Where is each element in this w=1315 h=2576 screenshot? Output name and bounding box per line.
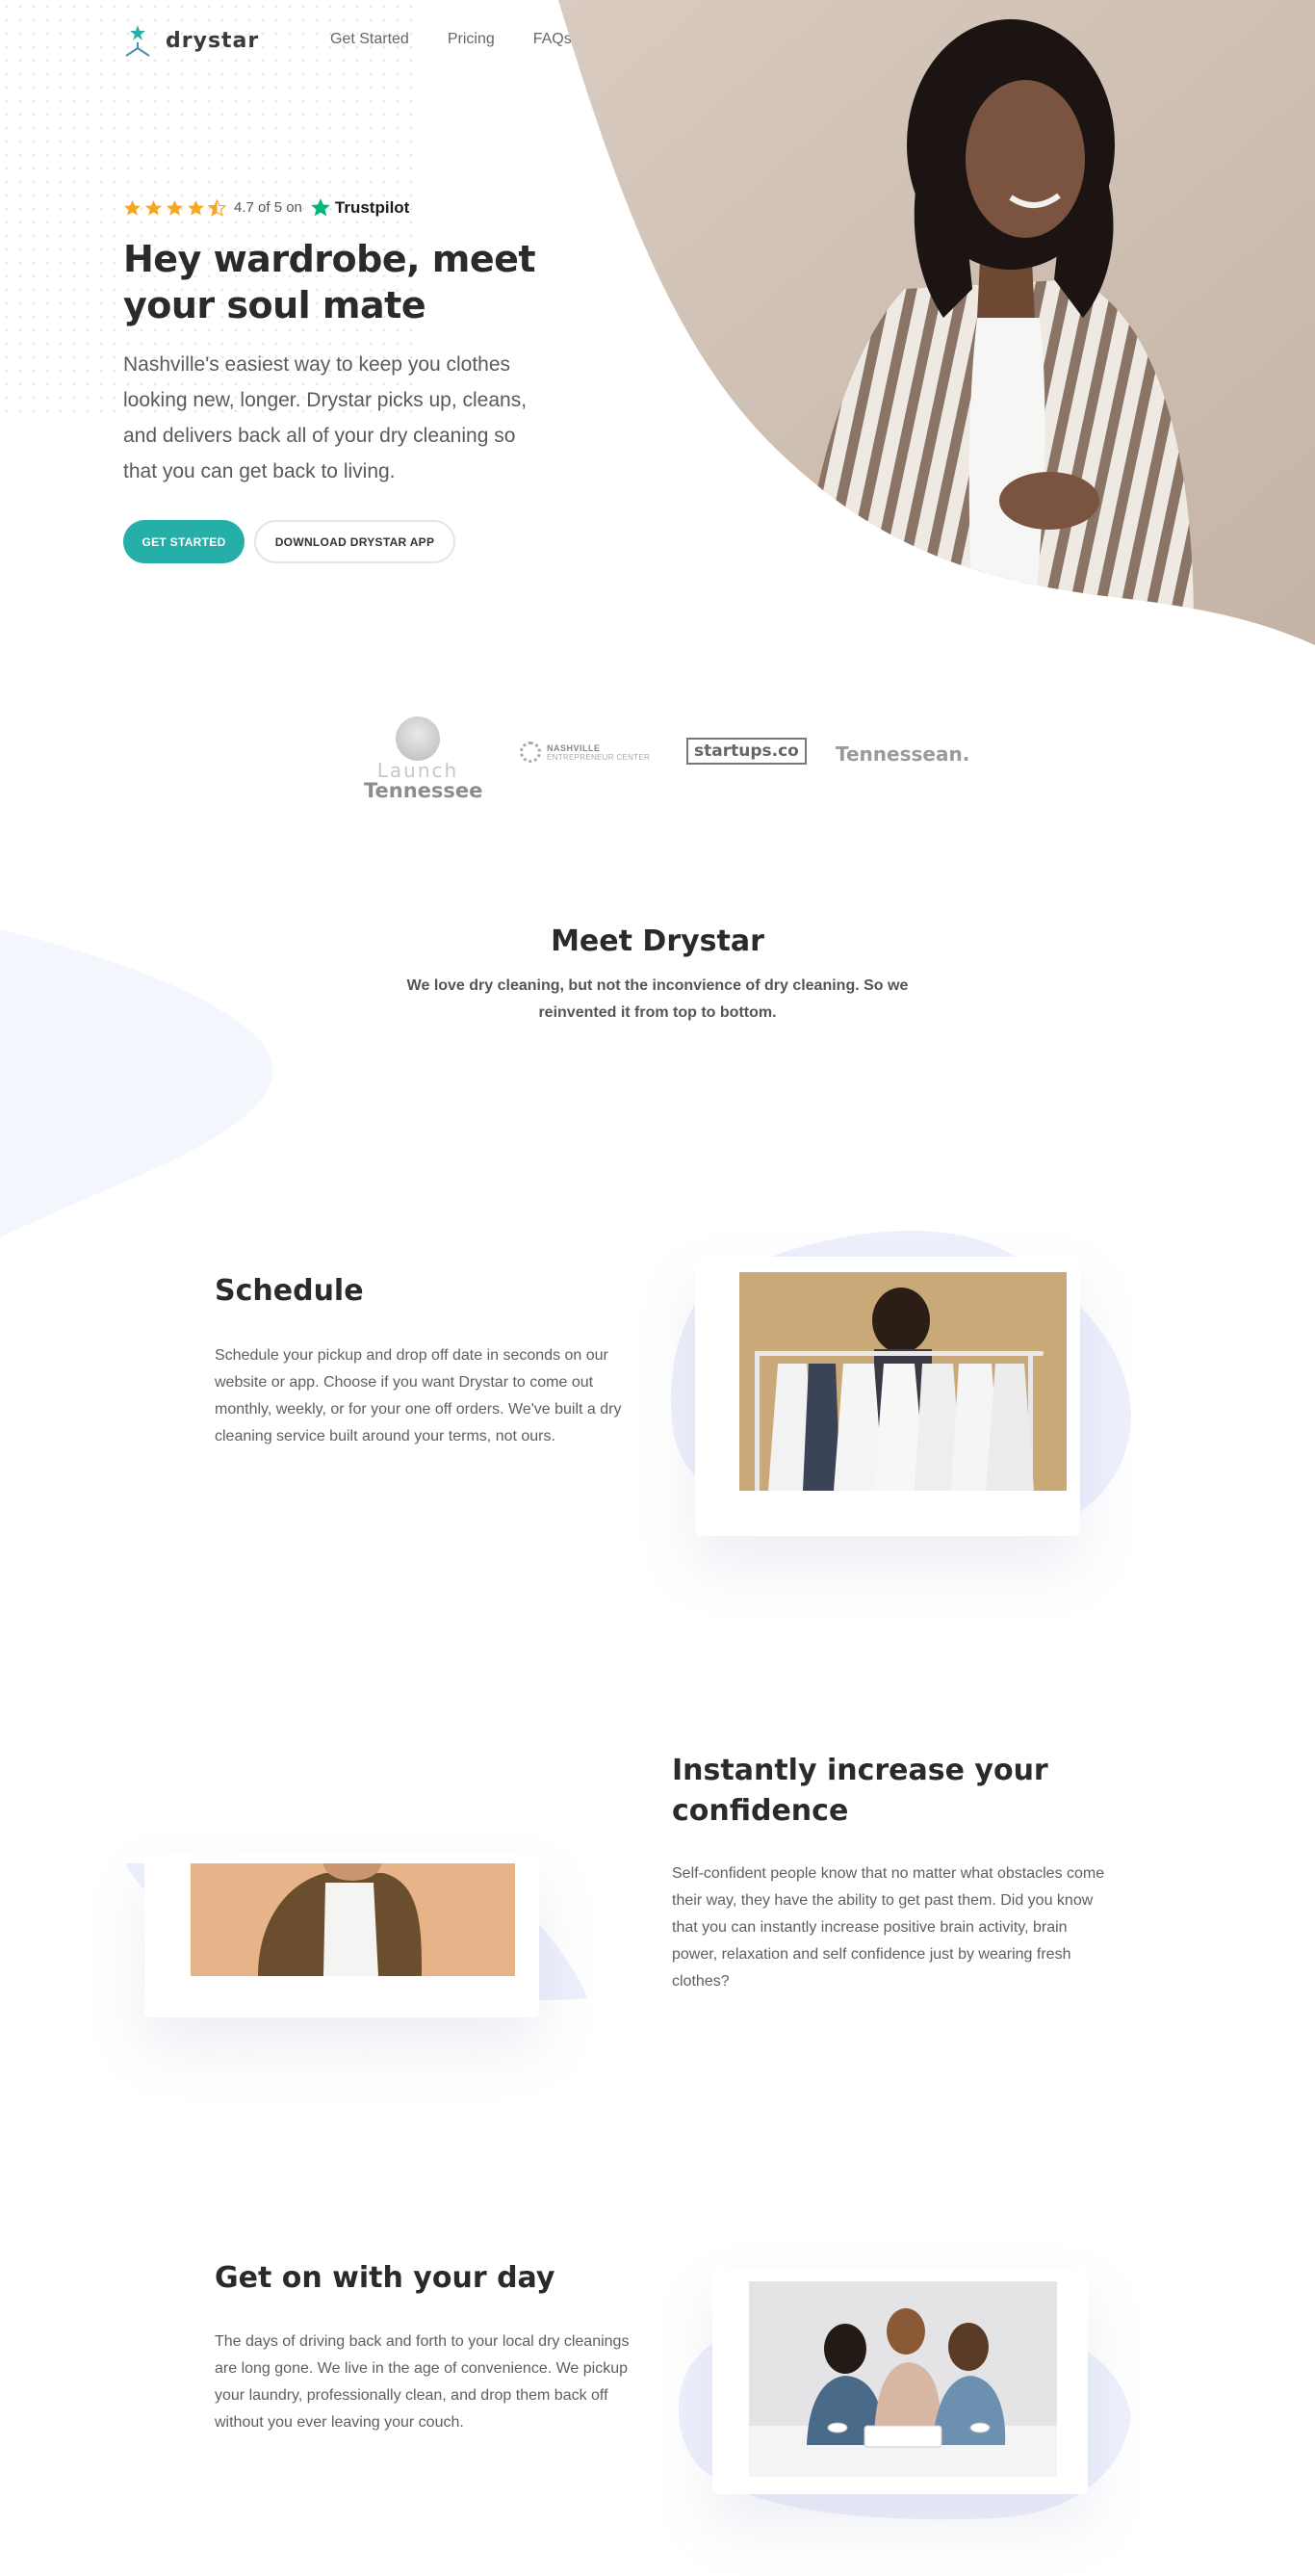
trustpilot-logo[interactable]: Trustpilot <box>310 197 409 218</box>
brand-name: drystar <box>166 28 260 53</box>
tennessean-logo[interactable]: Tennessean. <box>836 742 969 766</box>
nashville-text: NASHVILLE <box>547 742 601 753</box>
star-hanger-icon <box>125 25 150 57</box>
rating-stars <box>123 198 226 217</box>
star-icon <box>144 199 163 216</box>
nav-pricing[interactable]: Pricing <box>448 31 495 48</box>
download-app-button[interactable]: DOWNLOAD DRYSTAR APP <box>254 520 455 563</box>
rating-row: 4.7 of 5 on Trustpilot <box>123 197 409 218</box>
star-icon <box>187 199 205 216</box>
partner-logos: Launch Tennessee NASHVILLE ENTREPRENEUR … <box>0 713 1315 809</box>
tennessean-text: Tennessean. <box>836 742 970 766</box>
feature-body-your-day: The days of driving back and forth to yo… <box>215 2333 630 2431</box>
nashville-entrepreneur-logo[interactable]: NASHVILLE ENTREPRENEUR CENTER <box>520 742 650 763</box>
feature-photo-man <box>191 1863 515 1976</box>
entrepreneur-center-text: ENTREPRENEUR CENTER <box>547 752 651 762</box>
nav-get-started[interactable]: Get Started <box>330 31 409 48</box>
hero-subtitle: Nashville's easiest way to keep you clot… <box>123 353 528 482</box>
feature-body-confidence: Self-confident people know that no matte… <box>672 1865 1105 1990</box>
feature-title-schedule: Schedule <box>215 1274 364 1308</box>
feature-photo-friends <box>749 2281 1057 2477</box>
launch-text: Launch <box>376 759 459 782</box>
trustpilot-star-icon <box>311 198 330 217</box>
ring-icon <box>520 742 541 763</box>
brand-logo[interactable]: drystar <box>123 23 259 58</box>
meet-title: Meet Drystar <box>551 924 764 958</box>
trustpilot-label: Trustpilot <box>334 197 410 217</box>
main-nav: Get Started Pricing FAQs <box>330 31 572 48</box>
hero-photo <box>558 0 1315 645</box>
tennessee-text: Tennessee <box>364 779 483 802</box>
feature-title-your-day: Get on with your day <box>215 2261 555 2295</box>
star-icon <box>166 199 184 216</box>
decorative-blob <box>0 928 273 1237</box>
meet-subtitle: We love dry cleaning, but not the inconv… <box>406 977 909 1021</box>
feature-photo-clothes-rack <box>739 1272 1067 1491</box>
rating-text: 4.7 of 5 on <box>234 199 302 216</box>
mountain-icon <box>396 716 440 761</box>
star-half-icon <box>208 198 226 217</box>
launch-tennessee-logo[interactable]: Launch Tennessee <box>364 716 483 802</box>
star-icon <box>123 199 142 216</box>
feature-body-schedule: Schedule your pickup and drop off date i… <box>215 1347 622 1444</box>
feature-title-confidence: Instantly increase your confidence <box>672 1754 1048 1828</box>
hero-title: Hey wardrobe, meet your soul mate <box>123 238 536 326</box>
get-started-button[interactable]: GET STARTED <box>123 520 245 563</box>
startups-co-logo[interactable]: startups.co <box>686 738 807 765</box>
